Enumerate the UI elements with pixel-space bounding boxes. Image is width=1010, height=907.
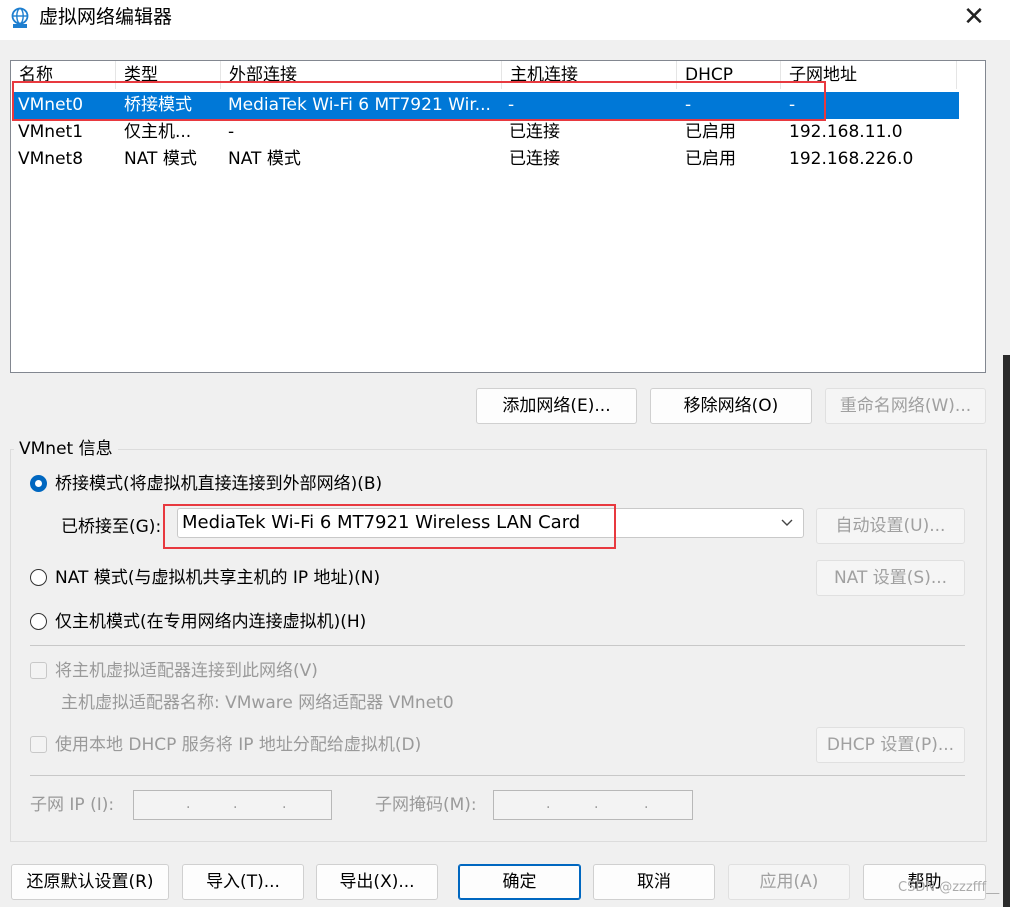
subnet-ip-input[interactable]: ... [133,790,332,820]
network-globe-icon [11,7,29,28]
group-title: VMnet 信息 [14,437,118,461]
remove-network-button[interactable]: 移除网络(O) [650,388,812,424]
watermark-text: CSDN @zzzfff__ [898,880,1000,895]
divider [30,645,965,646]
cell-external: - [228,122,235,142]
use-dhcp-label[interactable]: 使用本地 DHCP 服务将 IP 地址分配给虚拟机(D) [55,733,421,757]
nat-mode-radio[interactable] [30,569,47,586]
use-dhcp-checkbox[interactable] [30,736,47,753]
bridged-to-label: 已桥接至(G): [61,517,162,537]
highlight-annotation-row [12,81,826,121]
nat-mode-label[interactable]: NAT 模式(与虚拟机共享主机的 IP 地址)(N) [55,566,380,590]
divider [30,775,965,776]
cell-host: 已连接 [509,122,560,142]
export-button[interactable]: 导出(X)... [316,864,438,900]
rename-network-button[interactable]: 重命名网络(W)... [825,388,986,424]
cell-dhcp: 已启用 [685,149,736,169]
host-only-label[interactable]: 仅主机模式(在专用网络内连接虚拟机)(H) [55,610,366,634]
window-title: 虚拟网络编辑器 [39,6,173,28]
highlight-annotation-select [163,504,616,549]
cell-type: 仅主机... [124,122,192,142]
cell-name: VMnet8 [18,149,84,169]
add-network-button[interactable]: 添加网络(E)... [476,388,637,424]
restore-defaults-button[interactable]: 还原默认设置(R) [11,864,169,900]
cell-dhcp: 已启用 [685,122,736,142]
cancel-button[interactable]: 取消 [593,864,715,900]
bridge-mode-label[interactable]: 桥接模式(将虚拟机直接连接到外部网络)(B) [55,472,382,496]
cell-subnet: 192.168.226.0 [789,149,914,169]
table-row[interactable]: VMnet1 仅主机... - 已连接 已启用 192.168.11.0 [13,119,959,146]
chevron-down-icon [781,519,793,526]
table-row[interactable]: VMnet8 NAT 模式 NAT 模式 已连接 已启用 192.168.226… [13,146,959,173]
import-button[interactable]: 导入(T)... [182,864,304,900]
adapter-name-text: 主机虚拟适配器名称: VMware 网络适配器 VMnet0 [61,693,454,713]
ok-button[interactable]: 确定 [458,864,581,900]
background-edge [1003,355,1010,907]
cell-type: NAT 模式 [124,149,197,169]
close-icon[interactable]: ✕ [950,2,998,32]
host-only-radio[interactable] [30,613,47,630]
cell-external: NAT 模式 [228,149,301,169]
subnet-mask-input[interactable]: ... [493,790,693,820]
bridge-mode-radio[interactable] [30,475,47,492]
cell-host: 已连接 [509,149,560,169]
auto-settings-button[interactable]: 自动设置(U)... [816,508,965,544]
cell-subnet: 192.168.11.0 [789,122,903,142]
connect-adapter-label[interactable]: 将主机虚拟适配器连接到此网络(V) [55,659,318,683]
subnet-mask-label: 子网掩码(M): [375,795,477,815]
subnet-ip-label: 子网 IP (I): [30,795,115,815]
dhcp-settings-button[interactable]: DHCP 设置(P)... [816,727,965,763]
apply-button[interactable]: 应用(A) [728,864,850,900]
connect-adapter-checkbox[interactable] [30,662,47,679]
nat-settings-button[interactable]: NAT 设置(S)... [816,560,965,596]
cell-name: VMnet1 [18,122,84,142]
